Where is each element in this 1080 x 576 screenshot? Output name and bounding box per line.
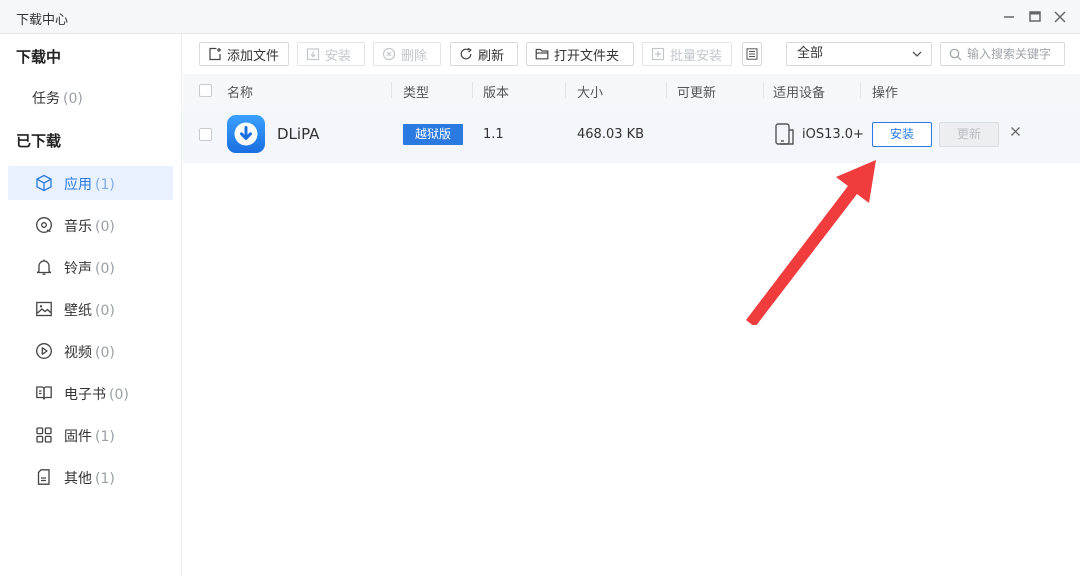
list-icon [746,48,758,60]
chevron-down-icon [912,51,922,57]
remove-row-icon[interactable] [1009,125,1022,138]
sidebar: 下载中 任务 (0) 已下载 应用 (1) 音乐 (0) 铃声 (0) 壁纸 (… [0,34,182,576]
sidebar-item-label: 固件 [64,429,92,445]
bell-icon [35,258,53,276]
table-header: 名称 类型 版本 大小 可更新 适用设备 操作 [183,74,1080,106]
sidebar-item-count: (1) [95,471,115,487]
type-badge: 越狱版 [403,124,463,145]
sidebar-item-count: (0) [95,219,115,235]
open-folder-button[interactable]: 打开文件夹 [526,42,634,66]
search-box[interactable] [940,42,1065,66]
title-bar: 下载中心 [0,0,1080,34]
column-divider [565,82,566,98]
column-header-device: 适用设备 [773,86,826,101]
list-view-button[interactable] [742,42,762,66]
sidebar-item-videos[interactable]: 视频 (0) [8,334,173,368]
sidebar-item-ebooks[interactable]: 电子书 (0) [8,376,173,410]
column-divider [666,82,667,98]
row-checkbox[interactable] [199,128,212,141]
delete-button[interactable]: 删除 [373,42,441,66]
sidebar-item-label: 视频 [64,345,92,361]
app-icon [227,115,265,153]
column-divider [860,82,861,98]
cube-icon [35,174,53,192]
column-divider [472,82,473,98]
folder-icon [535,47,549,61]
disc-icon [35,216,53,234]
column-header-actions: 操作 [872,86,899,101]
download-icon [234,122,258,146]
section-downloaded: 已下载 [16,132,62,150]
sidebar-item-label: 壁纸 [64,303,92,319]
refresh-button[interactable]: 刷新 [450,42,518,66]
sidebar-item-count: (0) [95,345,115,361]
grid-icon [35,426,53,444]
install-toolbar-button[interactable]: 安装 [297,42,365,66]
sidebar-item-count: (0) [95,303,115,319]
add-file-icon [208,47,222,61]
phone-icon [773,122,797,146]
sidebar-item-count: (0) [63,91,83,107]
column-header-size: 大小 [577,86,604,101]
book-icon [35,384,53,402]
column-divider [763,82,764,98]
sidebar-item-label: 铃声 [64,261,92,277]
table-row[interactable]: DLiPA 越狱版 1.1 468.03 KB iOS13.0+ 安装 更新 [183,106,1080,163]
version-cell: 1.1 [483,127,504,142]
sidebar-item-ringtones[interactable]: 铃声 (0) [8,250,173,284]
app-name: DLiPA [277,125,320,143]
sidebar-item-label: 应用 [64,177,92,193]
minimize-icon[interactable] [1000,8,1018,26]
install-button[interactable]: 安装 [872,122,932,147]
column-header-updatable: 可更新 [677,86,717,101]
batch-install-button[interactable]: 批量安装 [642,42,732,66]
column-divider [391,82,392,98]
sidebar-item-apps[interactable]: 应用 (1) [8,166,173,200]
sidebar-item-wallpapers[interactable]: 壁纸 (0) [8,292,173,326]
maximize-icon[interactable] [1026,8,1044,26]
sidebar-item-count: (1) [95,177,115,193]
toolbar: 添加文件 安装 删除 刷新 打开文件夹 批量安装 全部 [183,34,1080,74]
sidebar-item-label: 其他 [64,471,92,487]
sidebar-item-firmware[interactable]: 固件 (1) [8,418,173,452]
download-center-window: 下载中心 下载中 任务 (0) 已下载 应用 (1) 音乐 (0) 铃声 (0)… [0,0,1080,576]
install-icon [306,47,320,61]
sidebar-item-count: (1) [95,429,115,445]
play-circle-icon [35,342,53,360]
image-icon [35,300,53,318]
sidebar-item-music[interactable]: 音乐 (0) [8,208,173,242]
sidebar-item-other[interactable]: 其他 (1) [8,460,173,494]
sidebar-item-label: 音乐 [64,219,92,235]
window-title: 下载中心 [16,13,69,28]
device-cell: iOS13.0+ [802,127,864,142]
column-header-name: 名称 [227,86,254,101]
sidebar-item-count: (0) [109,387,129,403]
sidebar-item-label: 电子书 [64,387,106,403]
filter-select-value: 全部 [797,46,824,61]
search-input[interactable] [967,45,1063,63]
search-icon [949,48,962,61]
column-header-type: 类型 [403,86,430,101]
refresh-icon [459,47,473,61]
select-all-checkbox[interactable] [199,84,212,97]
delete-icon [382,47,396,61]
sidebar-item-tasks[interactable]: 任务 (0) [32,88,83,108]
close-icon[interactable] [1051,8,1069,26]
update-button[interactable]: 更新 [939,122,999,147]
document-icon [35,468,53,486]
filter-select[interactable]: 全部 [786,42,932,66]
column-header-version: 版本 [483,86,510,101]
section-downloading: 下载中 [16,48,62,66]
add-file-button[interactable]: 添加文件 [199,42,289,66]
annotation-arrow-icon [746,160,876,325]
sidebar-item-label: 任务 [32,91,60,107]
sidebar-item-count: (0) [95,261,115,277]
batch-install-icon [651,47,665,61]
size-cell: 468.03 KB [577,127,645,142]
